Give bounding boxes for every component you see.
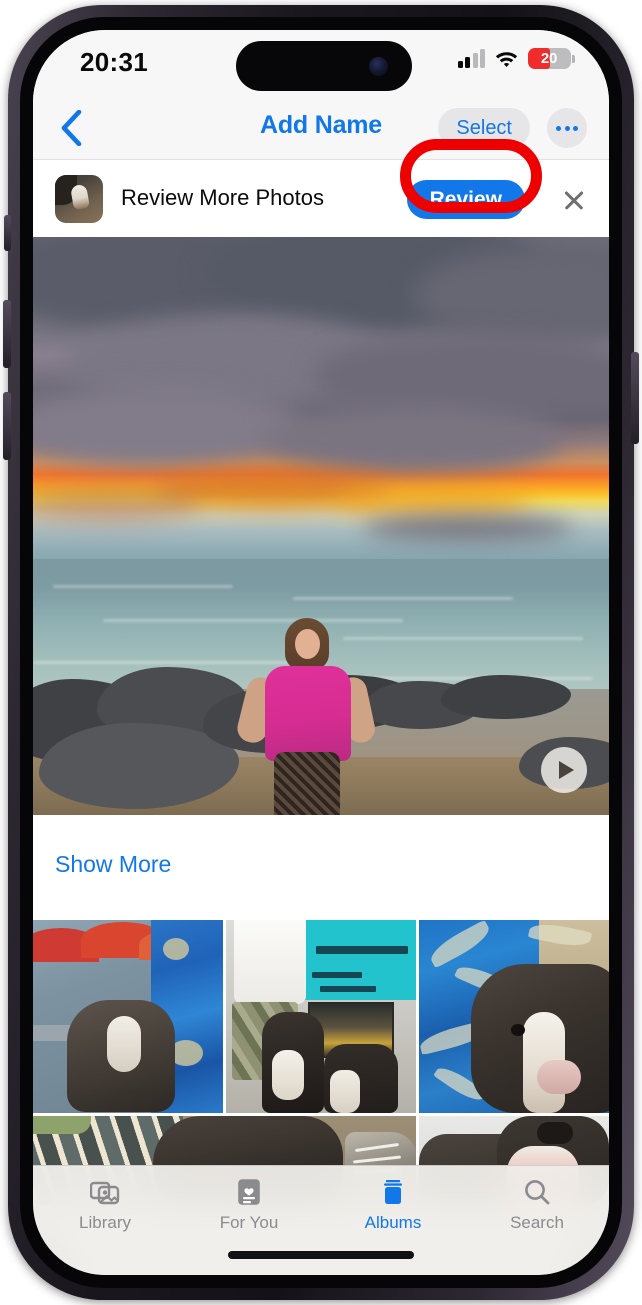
for-you-card-icon <box>237 1177 261 1207</box>
tab-library[interactable]: Library <box>33 1177 177 1233</box>
power-button[interactable] <box>631 352 639 444</box>
review-more-photos-banner: Review More Photos Review <box>33 161 609 237</box>
phone-screen: 20:31 20 Add Name Select Review More Pho… <box>33 30 609 1275</box>
review-button[interactable]: Review <box>406 180 525 219</box>
show-more-row: Show More <box>33 815 609 920</box>
volume-down-button[interactable] <box>3 392 11 460</box>
wifi-icon <box>494 49 519 68</box>
status-bar-indicators: 20 <box>457 48 575 69</box>
battery-icon: 20 <box>528 48 575 69</box>
more-options-button[interactable] <box>547 108 587 148</box>
home-indicator[interactable] <box>228 1251 414 1259</box>
silence-switch[interactable] <box>4 215 11 251</box>
tab-for-you[interactable]: For You <box>177 1177 321 1233</box>
status-bar: 20:31 20 <box>33 30 609 94</box>
ellipsis-icon <box>573 125 578 131</box>
tab-label: For You <box>219 1213 279 1232</box>
tab-label: Search <box>510 1213 564 1232</box>
dynamic-island <box>236 41 412 91</box>
battery-percent: 20 <box>540 50 558 67</box>
cellular-bars-icon <box>457 49 485 68</box>
status-bar-time: 20:31 <box>80 47 148 77</box>
tab-albums[interactable]: Albums <box>321 1177 465 1233</box>
photos-library-icon <box>90 1177 120 1207</box>
front-camera-lens <box>369 57 388 76</box>
ellipsis-icon <box>564 125 570 131</box>
navigation-bar: Add Name Select <box>33 94 609 160</box>
photo-grid <box>33 920 609 1205</box>
screenshot-root: 20:31 20 Add Name Select Review More Pho… <box>0 0 642 1305</box>
photo-dog-patio-blue-towel[interactable] <box>33 920 223 1113</box>
search-icon <box>523 1177 551 1207</box>
review-photo-thumbnail[interactable] <box>55 175 103 223</box>
select-button[interactable]: Select <box>438 108 530 148</box>
volume-up-button[interactable] <box>3 300 11 368</box>
play-icon[interactable] <box>541 747 587 793</box>
close-icon[interactable] <box>561 187 587 213</box>
ellipsis-icon <box>556 125 561 131</box>
tab-bar: Library For You Albums Search <box>33 1165 609 1275</box>
albums-stack-icon <box>378 1177 408 1207</box>
show-more-link[interactable]: Show More <box>55 851 171 878</box>
banner-label: Review More Photos <box>121 185 324 210</box>
photo-dogs-aquarium-teal-screen[interactable] <box>226 920 416 1113</box>
sunset-beach-photo[interactable] <box>33 237 609 815</box>
tab-search[interactable]: Search <box>465 1177 609 1233</box>
tab-label: Library <box>79 1213 131 1232</box>
tab-label: Albums <box>364 1213 422 1232</box>
photo-dog-blue-floral-blanket[interactable] <box>419 920 609 1113</box>
